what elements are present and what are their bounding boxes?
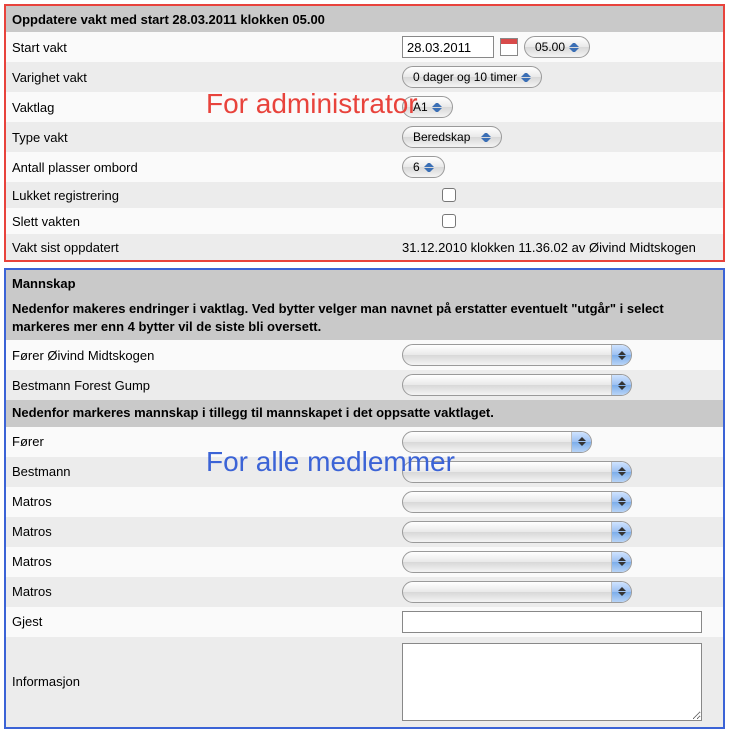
calendar-icon[interactable] [500,38,518,56]
vaktlag-value: A1 [413,100,428,114]
extra-matros3-select[interactable] [402,551,632,573]
sist-value: 31.12.2010 klokken 11.36.02 av Øivind Mi… [402,240,696,255]
type-select[interactable]: Beredskap [402,126,502,148]
row-extra-matros1: Matros [6,487,723,517]
crew-bestmann-label: Bestmann Forest Gump [12,378,402,393]
crew-forer-label: Fører Øivind Midtskogen [12,348,402,363]
start-vakt-label: Start vakt [12,40,402,55]
row-slett: Slett vakten [6,208,723,234]
extra-bestmann-label: Bestmann [12,464,402,479]
gjest-input[interactable] [402,611,702,633]
extra-matros2-label: Matros [12,524,402,539]
row-extra-forer: Fører [6,427,723,457]
start-vakt-time-value: 05.00 [535,40,565,54]
informasjon-label: Informasjon [12,674,402,689]
informasjon-textarea[interactable] [402,643,702,721]
row-start-vakt: Start vakt 05.00 [6,32,723,62]
stepper-icon [432,100,442,114]
dropdown-icon [611,552,631,572]
gjest-label: Gjest [12,614,402,629]
type-value: Beredskap [413,130,470,144]
row-informasjon: Informasjon [6,637,723,727]
crew-bestmann-select[interactable] [402,374,632,396]
vaktlag-label: Vaktlag [12,100,402,115]
dropdown-icon [611,462,631,482]
member-note: Nedenfor makeres endringer i vaktlag. Ve… [6,296,723,340]
row-extra-matros3: Matros [6,547,723,577]
extra-matros4-select[interactable] [402,581,632,603]
row-extra-bestmann: Bestmann [6,457,723,487]
admin-header: Oppdatere vakt med start 28.03.2011 klok… [6,6,723,32]
stepper-icon [424,160,434,174]
type-label: Type vakt [12,130,402,145]
row-varighet: Varighet vakt 0 dager og 10 timer [6,62,723,92]
extra-matros3-label: Matros [12,554,402,569]
row-lukket: Lukket registrering [6,182,723,208]
sist-label: Vakt sist oppdatert [12,240,402,255]
dropdown-icon [611,492,631,512]
row-crew-forer: Fører Øivind Midtskogen [6,340,723,370]
varighet-value: 0 dager og 10 timer [413,70,517,84]
antall-label: Antall plasser ombord [12,160,402,175]
row-antall: Antall plasser ombord 6 [6,152,723,182]
crew-forer-select[interactable] [402,344,632,366]
lukket-checkbox[interactable] [442,188,456,202]
extra-matros2-select[interactable] [402,521,632,543]
row-gjest: Gjest [6,607,723,637]
varighet-select[interactable]: 0 dager og 10 timer [402,66,542,88]
slett-checkbox[interactable] [442,214,456,228]
member-header-text: Mannskap [12,276,76,291]
extra-forer-select[interactable] [402,431,592,453]
extra-header: Nedenfor markeres mannskap i tillegg til… [6,400,723,426]
stepper-icon [521,70,531,84]
dropdown-icon [611,375,631,395]
extra-matros1-label: Matros [12,494,402,509]
extra-bestmann-select[interactable] [402,461,632,483]
row-extra-matros4: Matros [6,577,723,607]
admin-header-text: Oppdatere vakt med start 28.03.2011 klok… [12,12,325,27]
varighet-label: Varighet vakt [12,70,402,85]
row-sist: Vakt sist oppdatert 31.12.2010 klokken 1… [6,234,723,260]
stepper-icon [481,130,491,144]
dropdown-icon [611,582,631,602]
extra-header-text: Nedenfor markeres mannskap i tillegg til… [12,405,494,420]
vaktlag-select[interactable]: A1 [402,96,453,118]
dropdown-icon [611,345,631,365]
dropdown-icon [611,522,631,542]
slett-label: Slett vakten [12,214,402,229]
member-note-text: Nedenfor makeres endringer i vaktlag. Ve… [12,301,664,334]
extra-forer-label: Fører [12,434,402,449]
stepper-icon [569,40,579,54]
dropdown-icon [571,432,591,452]
start-vakt-date-input[interactable] [402,36,494,58]
row-crew-bestmann: Bestmann Forest Gump [6,370,723,400]
row-vaktlag: Vaktlag A1 [6,92,723,122]
start-vakt-time-select[interactable]: 05.00 [524,36,590,58]
row-extra-matros2: Matros [6,517,723,547]
lukket-label: Lukket registrering [12,188,402,203]
admin-section: For administrator Oppdatere vakt med sta… [4,4,725,262]
antall-select[interactable]: 6 [402,156,445,178]
extra-matros4-label: Matros [12,584,402,599]
member-header: Mannskap [6,270,723,296]
extra-matros1-select[interactable] [402,491,632,513]
row-type: Type vakt Beredskap [6,122,723,152]
member-section: For alle medlemmer Mannskap Nedenfor mak… [4,268,725,729]
antall-value: 6 [413,160,420,174]
